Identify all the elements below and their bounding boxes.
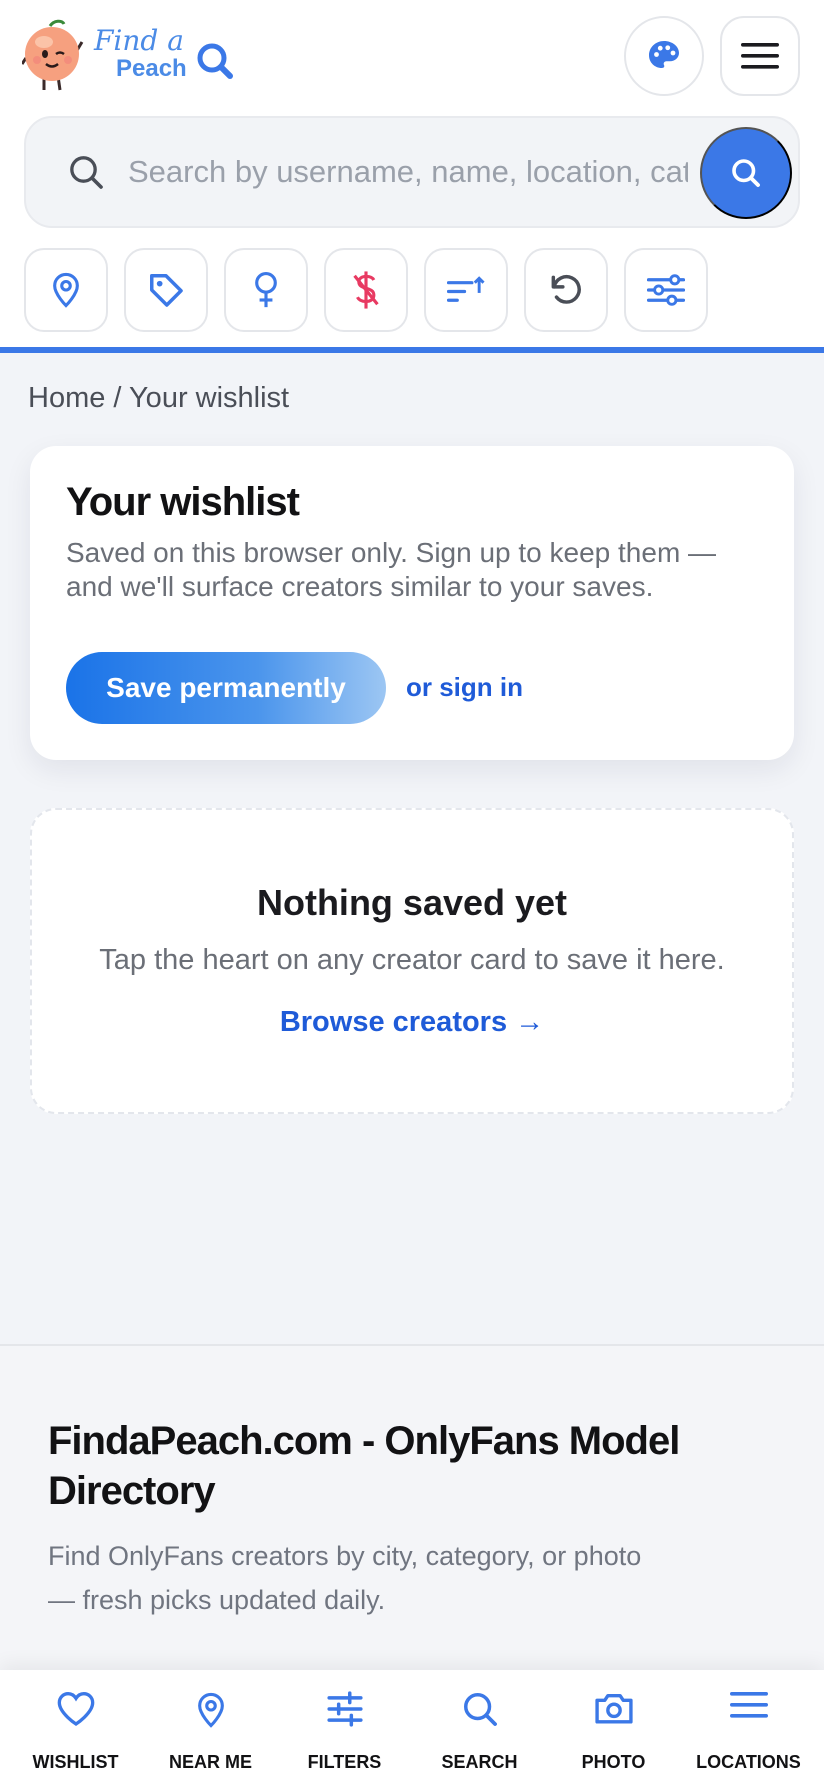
search-input[interactable] — [128, 142, 688, 202]
nav-label: NEAR ME — [168, 1752, 252, 1772]
location-pin-icon — [197, 1692, 224, 1728]
page-title: Your wishlist — [66, 480, 300, 524]
logo-text-line2: Peach — [116, 55, 187, 82]
advanced-filters-button[interactable] — [624, 248, 708, 332]
search-icon — [463, 1693, 497, 1726]
nav-label: PHOTO — [581, 1752, 646, 1772]
empty-state-title: Nothing saved yet — [256, 882, 568, 923]
empty-state: Nothing saved yet Tap the heart on any c… — [30, 808, 794, 1114]
free-filter-button[interactable] — [324, 248, 408, 332]
gender-filter-button[interactable] — [224, 248, 308, 332]
wishlist-card: Your wishlist Saved on this browser only… — [30, 446, 794, 760]
browse-creators-link[interactable]: Browse creators → — [32, 1006, 792, 1039]
menu-lines-icon — [729, 1692, 768, 1718]
female-symbol-icon — [255, 272, 277, 308]
heart-icon — [57, 1691, 94, 1726]
nav-wishlist[interactable]: WISHLIST — [7, 1670, 144, 1784]
location-pin-icon — [53, 272, 79, 308]
header-accent-divider — [0, 347, 824, 353]
search-icon — [70, 156, 103, 189]
search-submit-button[interactable] — [700, 127, 792, 219]
breadcrumb[interactable]: Home / Your wishlist — [28, 382, 289, 415]
nav-filters[interactable]: FILTERS — [276, 1670, 413, 1784]
tag-icon — [150, 274, 183, 307]
site-footer: FindaPeach.com - OnlyFans Model Director… — [0, 1344, 824, 1674]
nav-label: WISHLIST — [32, 1752, 119, 1772]
no-dollar-icon — [353, 271, 379, 309]
wishlist-description: Saved on this browser only. Sign up to k… — [66, 537, 717, 602]
bottom-navigation: WISHLIST NEAR ME FILTERS SEARCH PHOTO LO… — [0, 1670, 824, 1784]
sign-in-link[interactable]: or sign in — [406, 672, 523, 703]
search-bar — [24, 116, 800, 228]
reset-button[interactable] — [524, 248, 608, 332]
site-header: Find a Peach — [0, 0, 824, 353]
empty-state-text: Tap the heart on any creator card to sav… — [99, 944, 725, 976]
footer-text: Find OnlyFans creators by city, category… — [48, 1541, 642, 1615]
site-logo[interactable]: Find a Peach — [22, 18, 242, 94]
reset-icon — [551, 274, 581, 304]
sliders-icon — [647, 274, 685, 306]
camera-icon — [594, 1694, 633, 1724]
sort-button[interactable] — [424, 248, 508, 332]
category-filter-button[interactable] — [124, 248, 208, 332]
nav-locations[interactable]: LOCATIONS — [680, 1670, 817, 1784]
search-icon — [732, 159, 760, 187]
location-filter-button[interactable] — [24, 248, 108, 332]
save-permanently-button[interactable]: Save permanently — [66, 652, 386, 724]
peach-mascot-logo: Find a Peach — [22, 19, 233, 91]
sort-icon — [447, 276, 485, 302]
nav-search[interactable]: SEARCH — [411, 1670, 548, 1784]
menu-button[interactable] — [720, 16, 800, 96]
palette-icon — [649, 41, 679, 68]
nav-label: FILTERS — [307, 1752, 382, 1772]
nav-label: LOCATIONS — [696, 1752, 801, 1772]
wishlist-page: Find a Peach Search by username, name, l… — [0, 0, 824, 1784]
footer-title: FindaPeach.com - OnlyFans Model Director… — [48, 1419, 680, 1513]
logo-text-line1: Find a — [93, 24, 184, 57]
nav-photo[interactable]: PHOTO — [545, 1670, 682, 1784]
theme-button[interactable] — [624, 16, 704, 96]
nav-near-me[interactable]: NEAR ME — [142, 1670, 279, 1784]
hamburger-menu-icon — [741, 43, 779, 69]
nav-label: SEARCH — [441, 1752, 518, 1772]
filters-icon — [326, 1691, 363, 1727]
